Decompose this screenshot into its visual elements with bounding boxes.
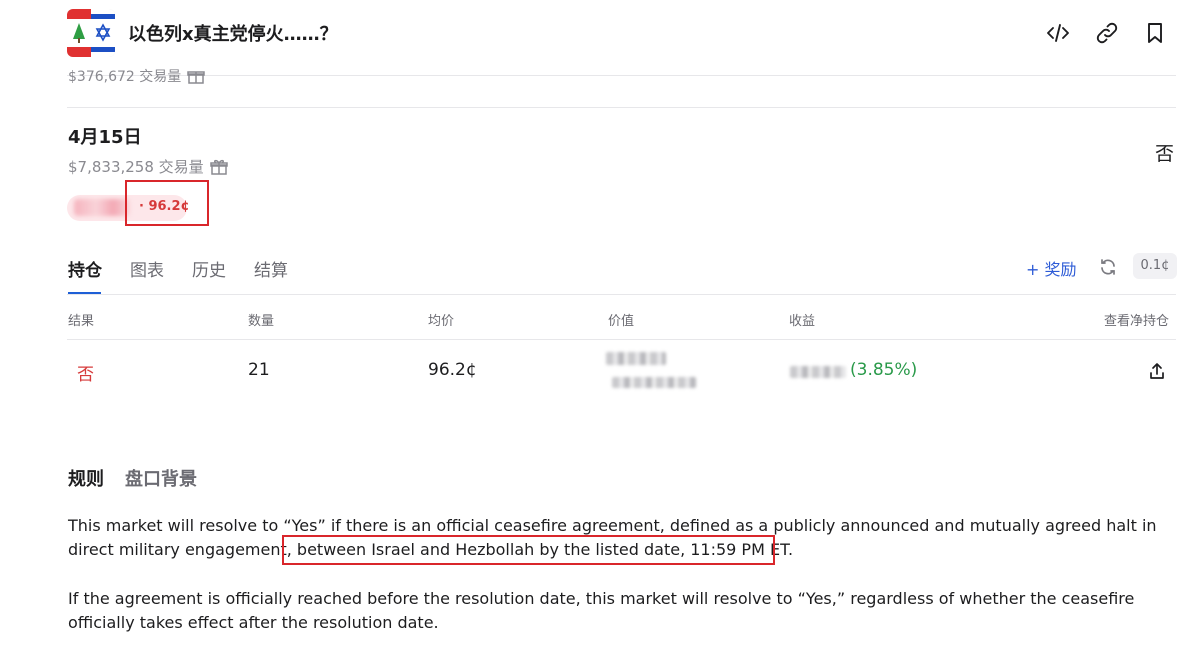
highlight-box-price [125,180,209,226]
row-divider [67,107,1176,108]
bookmark-icon[interactable] [1142,20,1168,46]
tab-settlement[interactable]: 结算 [254,256,288,281]
market-title: 以色列x真主党停火……？ [128,24,338,45]
code-embed-icon[interactable] [1045,20,1071,46]
gift-icon[interactable] [209,159,228,175]
col-header-quantity: 数量 [248,314,275,329]
date-title: 4月15日 [68,127,142,148]
blurred-value-line-1 [606,352,666,365]
row-avg-price: 96.2¢ [428,360,477,380]
col-header-outcome: 结果 [68,314,95,329]
market-logo [67,9,115,57]
side-no-label[interactable]: 否 [1155,139,1174,166]
view-net-position-link[interactable]: 查看净持仓 [1104,310,1169,329]
tab-chart[interactable]: 图表 [130,256,164,281]
col-header-value: 价值 [608,314,635,329]
tab-market-context[interactable]: 盘口背景 [125,465,197,491]
row-gain-percent: (3.85%) [850,360,918,380]
row-quantity: 21 [248,360,270,380]
rules-paragraph-2: If the agreement is officially reached b… [68,589,1135,632]
tab-rules[interactable]: 规则 [68,465,104,491]
highlight-box-rule [282,535,775,565]
header-divider [67,75,1176,76]
date-volume: $7,833,258 交易量 [68,156,228,177]
date-volume-text: $7,833,258 交易量 [68,158,204,176]
tab-history[interactable]: 历史 [192,256,226,281]
refresh-icon[interactable] [1099,258,1117,276]
tabs-divider [67,294,1176,295]
link-icon[interactable] [1094,20,1120,46]
table-header-divider [67,339,1176,340]
gift-icon[interactable] [187,68,206,84]
col-header-avg-price: 均价 [428,314,455,329]
blurred-gain-amount [790,366,846,378]
tick-size-badge[interactable]: 0.1¢ [1133,253,1177,279]
previous-volume-text: $376,672 交易量 [68,69,182,85]
tab-positions[interactable]: 持仓 [68,256,102,281]
blurred-value-line-2 [612,377,696,388]
reward-button[interactable]: + 奖励 [1026,256,1077,280]
row-outcome: 否 [77,365,94,385]
col-header-gain: 收益 [789,314,816,329]
previous-row-volume: $376,672 交易量 [68,66,206,86]
share-icon[interactable] [1148,362,1166,380]
blurred-pill-text [74,199,130,216]
